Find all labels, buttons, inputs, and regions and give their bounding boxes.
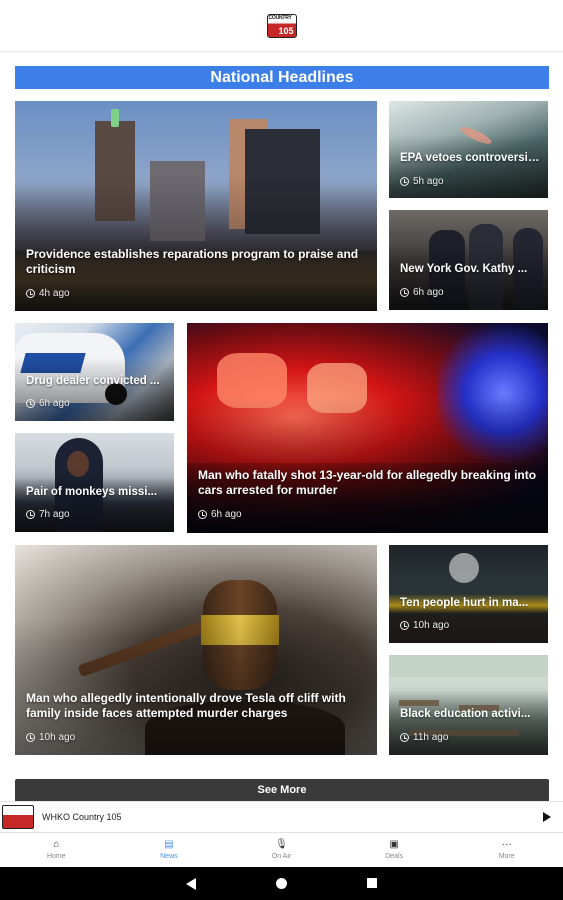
clock-icon (26, 399, 35, 408)
article-meta: 10h ago (400, 620, 449, 631)
article-time: 7h ago (39, 509, 70, 520)
station-name: WHKO Country 105 (42, 812, 122, 822)
article-time: 10h ago (39, 732, 76, 743)
article-time: 6h ago (39, 398, 70, 409)
more-icon: ··· (501, 839, 512, 850)
article-title: Ten people hurt in ma... (400, 597, 529, 609)
system-nav-bar (0, 867, 563, 900)
article-card-epa[interactable]: EPA vetoes controversial... 5h ago (389, 101, 548, 198)
clock-icon (400, 288, 409, 297)
tab-deals[interactable]: ▣ Deals (338, 833, 451, 867)
tab-label: News (160, 853, 178, 860)
clock-icon (198, 510, 207, 519)
home-circle-icon[interactable] (276, 878, 287, 889)
article-title: Black education activi... (400, 708, 531, 720)
clock-icon (400, 733, 409, 742)
article-card-monkeys[interactable]: Pair of monkeys missi... 7h ago (15, 433, 174, 532)
article-card-ten-hurt[interactable]: Ten people hurt in ma... 10h ago (389, 545, 548, 643)
tab-label: More (498, 853, 515, 860)
article-title: Providence establishes reparations progr… (26, 247, 359, 276)
clock-icon (26, 289, 35, 298)
article-card-black-education[interactable]: Black education activi... 11h ago (389, 655, 548, 755)
article-meta: 11h ago (400, 732, 448, 743)
top-app-bar: COUNTRY 105 (0, 0, 563, 52)
clock-icon (26, 510, 35, 519)
tab-news[interactable]: ▤ News (113, 833, 226, 867)
recents-icon[interactable] (367, 878, 377, 888)
article-title: Drug dealer convicted ... (26, 375, 160, 387)
article-card-ny-gov[interactable]: New York Gov. Kathy ... 6h ago (389, 210, 548, 310)
article-time: 11h ago (413, 732, 449, 743)
article-time: 6h ago (211, 509, 242, 520)
article-time: 5h ago (413, 176, 444, 187)
section-title: National Headlines (210, 68, 354, 86)
article-title: Pair of monkeys missi... (26, 486, 158, 498)
play-icon[interactable] (543, 812, 551, 822)
see-more-button[interactable]: See More (15, 779, 549, 801)
tab-more[interactable]: ··· More (450, 833, 563, 867)
article-card-drug-dealer[interactable]: Drug dealer convicted ... 6h ago (15, 323, 174, 421)
tab-on-air[interactable]: 🎙 On Air (225, 833, 338, 867)
card-shade (15, 545, 377, 755)
article-time: 10h ago (413, 620, 450, 631)
article-meta: 4h ago (26, 288, 70, 299)
bottom-tab-bar: ⌂ Home ▤ News 🎙 On Air ▣ Deals ··· More (0, 833, 563, 867)
article-card-providence[interactable]: Providence establishes reparations progr… (15, 101, 377, 311)
news-icon: ▤ (164, 839, 174, 850)
article-title: Man who allegedly intentionally drove Te… (26, 691, 346, 720)
article-meta: 6h ago (400, 287, 444, 298)
article-time: 6h ago (413, 287, 444, 298)
back-icon[interactable] (186, 878, 196, 890)
clock-icon (400, 621, 409, 630)
section-header: National Headlines (15, 66, 549, 89)
mini-player[interactable]: WHKO Country 105 (0, 801, 563, 833)
clock-icon (400, 177, 409, 186)
article-meta: 7h ago (26, 509, 70, 520)
app-root: COUNTRY 105 National Headlines Providenc… (0, 0, 563, 900)
article-meta: 6h ago (26, 398, 70, 409)
microphone-icon: 🎙 (275, 839, 288, 850)
bag-icon: ▣ (389, 839, 399, 850)
article-meta: 5h ago (400, 176, 444, 187)
article-title: EPA vetoes controversial... (400, 152, 540, 164)
home-icon: ⌂ (53, 839, 60, 850)
station-logo[interactable]: COUNTRY 105 (266, 13, 297, 38)
article-title: New York Gov. Kathy ... (400, 263, 528, 275)
station-logo-small (2, 805, 34, 829)
card-shade (187, 323, 548, 533)
article-card-fatal-shooting[interactable]: Man who fatally shot 13-year-old for all… (187, 323, 548, 533)
article-time: 4h ago (39, 288, 70, 299)
article-card-tesla[interactable]: Man who allegedly intentionally drove Te… (15, 545, 377, 755)
tab-label: Deals (385, 853, 404, 860)
clock-icon (26, 733, 35, 742)
tab-label: On Air (271, 853, 292, 860)
tab-label: Home (46, 853, 66, 860)
tab-home[interactable]: ⌂ Home (0, 833, 113, 867)
card-shade (15, 101, 377, 311)
article-title: Man who fatally shot 13-year-old for all… (198, 468, 537, 497)
article-meta: 10h ago (26, 732, 75, 743)
article-meta: 6h ago (198, 509, 242, 520)
